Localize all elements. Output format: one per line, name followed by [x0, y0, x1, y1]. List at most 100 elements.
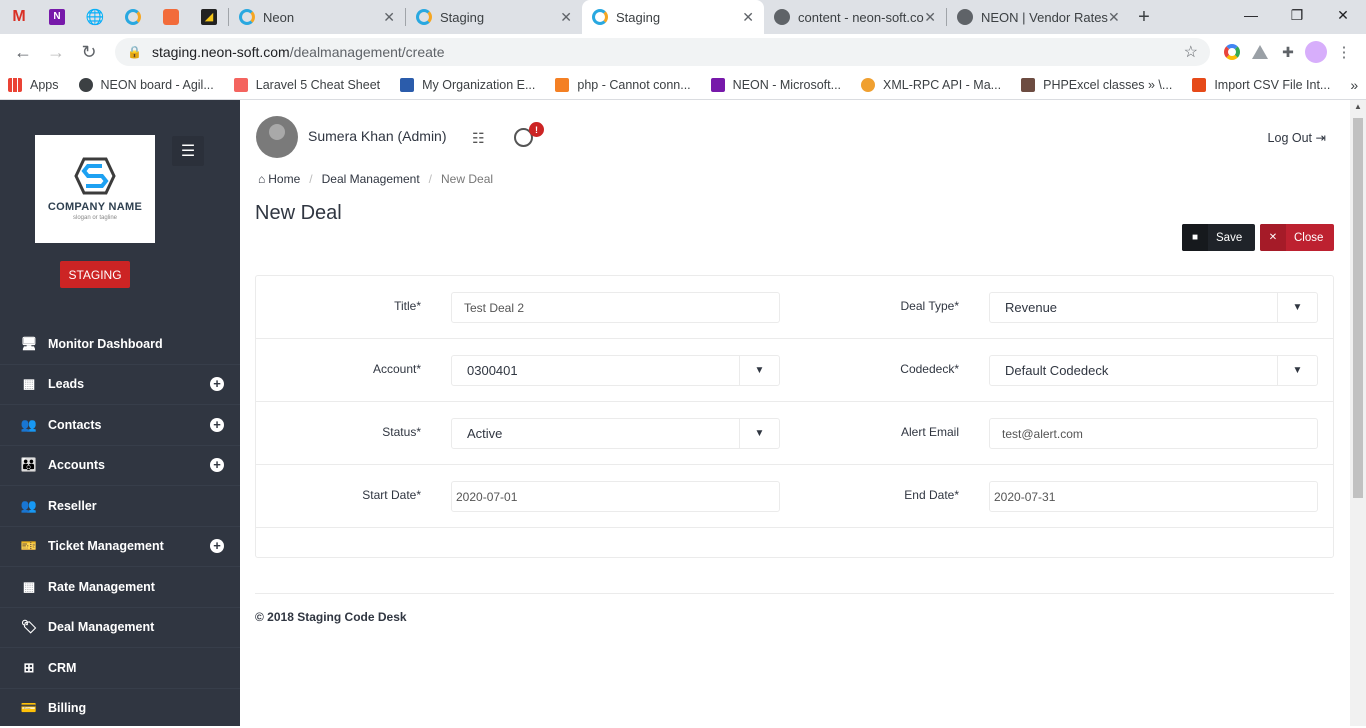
hamburger-icon: ☰ — [180, 143, 196, 160]
title-value: Test Deal 2 — [464, 300, 525, 315]
laravel-icon — [233, 77, 248, 92]
close-icon[interactable]: ✕ — [1108, 9, 1120, 26]
bookmark-apps[interactable]: Apps — [8, 77, 59, 92]
title-input[interactable]: Test Deal 2 — [451, 292, 780, 323]
bookmark-label: Laravel 5 Cheat Sheet — [255, 77, 381, 92]
tab-neon-main[interactable]: Neon ✕ — [229, 0, 405, 34]
avatar[interactable] — [256, 116, 298, 158]
bookmark-label: XML-RPC API - Ma... — [883, 77, 1002, 92]
list-icon[interactable]: ☷ — [472, 130, 485, 147]
window-close-icon[interactable]: ✕ — [1320, 0, 1366, 30]
close-icon[interactable]: ✕ — [924, 9, 936, 26]
expand-plus-icon[interactable]: + — [210, 377, 224, 392]
phpexcel-icon — [1021, 77, 1036, 92]
bookmark-php[interactable]: php - Cannot conn... — [555, 77, 691, 92]
puzzle-extensions-icon[interactable]: ✚ — [1274, 38, 1302, 66]
sidebar-item-deal-management[interactable]: 🏷 Deal Management — [0, 608, 240, 648]
alert-email-input[interactable]: test@alert.com — [989, 418, 1318, 449]
status-select[interactable]: Active ▼ — [451, 418, 780, 449]
close-icon[interactable]: ✕ — [560, 9, 572, 26]
bookmark-laravel[interactable]: Laravel 5 Cheat Sheet — [233, 77, 381, 92]
forward-button[interactable]: → — [41, 37, 71, 67]
account-select[interactable]: 0300401 ▼ — [451, 355, 780, 386]
tab-staging-active[interactable]: Staging ✕ — [582, 0, 764, 34]
sidebar-item-rate-management[interactable]: ▦ Rate Management — [0, 567, 240, 608]
tab-staging-1[interactable]: Staging ✕ — [406, 0, 582, 34]
deal-type-select[interactable]: Revenue ▼ — [989, 292, 1318, 323]
tab-neon[interactable] — [114, 0, 152, 34]
user-name[interactable]: Sumera Khan (Admin) — [308, 128, 447, 144]
sidebar-item-label: Contacts — [48, 417, 102, 432]
bookmark-label: My Organization E... — [422, 77, 536, 92]
sidebar-item-contacts[interactable]: 👥 Contacts + — [0, 405, 240, 446]
expand-plus-icon[interactable]: + — [210, 417, 224, 432]
sidebar-toggle-button[interactable]: ☰ — [172, 136, 204, 166]
tab-label: Staging — [616, 9, 661, 25]
users-icon: 👥 — [20, 416, 38, 432]
tab-tool[interactable]: ◢ — [190, 0, 228, 34]
neon-icon — [416, 9, 432, 25]
logo-tagline: slogan or tagline — [72, 215, 118, 221]
bookmarks-overflow-icon[interactable]: » — [1350, 77, 1358, 93]
close-icon[interactable]: ✕ — [742, 9, 754, 26]
breadcrumb: ⌂ Home / Deal Management / New Deal — [258, 172, 493, 186]
bookmark-import-csv[interactable]: Import CSV File Int... — [1192, 77, 1330, 92]
group-icon: 👪 — [20, 457, 38, 473]
tab-postman[interactable] — [152, 0, 190, 34]
close-label: Close — [1294, 231, 1324, 244]
save-button[interactable]: ■ Save — [1182, 224, 1255, 251]
breadcrumb-home[interactable]: Home — [268, 172, 300, 186]
expand-plus-icon[interactable]: + — [210, 539, 224, 554]
drive-extension-icon[interactable] — [1246, 38, 1274, 66]
sidebar-item-reseller[interactable]: 👥 Reseller — [0, 486, 240, 527]
form-row: Account* 0300401 ▼ Codedeck* Default Code… — [256, 339, 1333, 402]
sidebar-item-monitor-dashboard[interactable]: 🖥 Monitor Dashboard — [0, 324, 240, 365]
tab-onenote[interactable]: N — [38, 0, 76, 34]
color-extension-icon[interactable] — [1218, 38, 1246, 66]
globe-icon — [774, 9, 790, 25]
sidebar-item-ticket-management[interactable]: 🎫 Ticket Management + — [0, 527, 240, 567]
bookmark-organization[interactable]: My Organization E... — [400, 77, 536, 92]
tab-label: content - neon-soft.co — [798, 9, 924, 25]
breadcrumb-separator: / — [428, 172, 433, 186]
import-icon — [1192, 77, 1207, 92]
tab-gmail[interactable]: M — [0, 0, 38, 34]
chrome-menu-icon[interactable]: ⋮ — [1330, 38, 1358, 66]
restore-icon[interactable]: ❐ — [1274, 0, 1320, 30]
start-date-input[interactable]: 2020-07-01 — [451, 481, 780, 512]
logout-label: Log Out — [1267, 131, 1313, 145]
logout-link[interactable]: Log Out ⇥ — [1268, 130, 1326, 145]
tab-vendor-rates[interactable]: NEON | Vendor Rates ✕ — [947, 0, 1129, 34]
bookmark-star-icon[interactable]: ☆ — [1184, 42, 1198, 62]
scrollbar-thumb[interactable] — [1353, 118, 1363, 498]
sidebar-item-leads[interactable]: ▦ Leads + — [0, 365, 240, 405]
reload-button[interactable]: ↻ — [74, 37, 104, 67]
bookmark-neon-microsoft[interactable]: NEON - Microsoft... — [710, 77, 841, 92]
sidebar-item-billing[interactable]: 💳 Billing — [0, 689, 240, 727]
page-scrollbar[interactable]: ▲ — [1350, 100, 1366, 726]
bookmark-neon-board[interactable]: NEON board - Agil... — [78, 77, 214, 92]
end-date-input[interactable]: 2020-07-31 — [989, 481, 1318, 512]
home-icon: ⌂ — [258, 172, 266, 186]
bookmark-phpexcel[interactable]: PHPExcel classes » \... — [1021, 77, 1172, 92]
codedeck-select[interactable]: Default Codedeck ▼ — [989, 355, 1318, 386]
close-icon[interactable]: ✕ — [383, 9, 395, 26]
expand-plus-icon[interactable]: + — [210, 458, 224, 473]
sidebar-item-crm[interactable]: ⊞ CRM — [0, 648, 240, 689]
close-button[interactable]: ✕ Close — [1260, 224, 1334, 251]
company-logo[interactable]: COMPANY NAME slogan or tagline — [35, 135, 155, 243]
new-tab-button[interactable]: + — [1129, 0, 1159, 34]
form-row: Status* Active ▼ Alert Email test@alert.c… — [256, 402, 1333, 465]
back-button[interactable]: ← — [8, 37, 38, 67]
minimize-icon[interactable]: — — [1228, 0, 1274, 30]
breadcrumb-deal-management[interactable]: Deal Management — [322, 172, 420, 186]
status-value: Active — [467, 426, 503, 441]
tab-content[interactable]: content - neon-soft.co ✕ — [764, 0, 946, 34]
address-bar[interactable]: 🔒 staging.neon-soft.com/dealmanagement/c… — [115, 38, 1210, 66]
profile-avatar-icon[interactable] — [1302, 38, 1330, 66]
sidebar-item-accounts[interactable]: 👪 Accounts + — [0, 446, 240, 486]
scroll-up-icon[interactable]: ▲ — [1354, 102, 1362, 111]
tab-globe[interactable]: 🌐 — [76, 0, 114, 34]
bookmark-xmlrpc[interactable]: XML-RPC API - Ma... — [861, 77, 1002, 92]
tab-label: NEON | Vendor Rates — [981, 9, 1108, 25]
